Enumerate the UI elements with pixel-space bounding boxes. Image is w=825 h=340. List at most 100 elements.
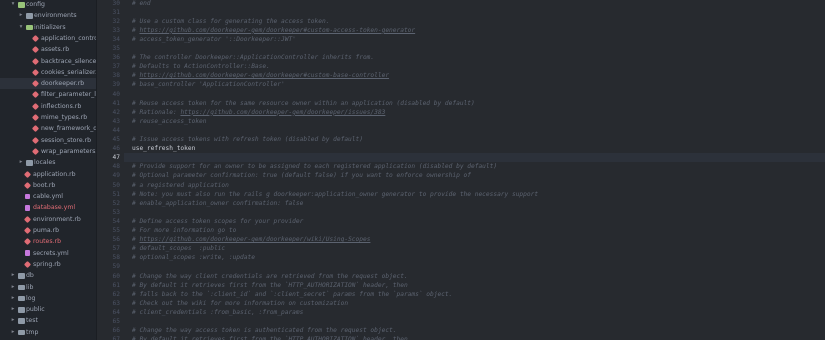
code-line[interactable]: # Reuse access token for the same resour… [132, 99, 475, 108]
code-line[interactable]: # By default it retrieves first from the… [132, 335, 408, 340]
chevron-down-icon[interactable]: ▾ [18, 22, 24, 33]
tree-item-secrets-yml[interactable]: secrets.yml [0, 248, 96, 259]
tree-item-label: cable.yml [33, 193, 64, 201]
tree-item-application-controll[interactable]: application_controll [0, 33, 97, 44]
ruby-file-icon [23, 238, 32, 246]
line-number: 57 [112, 245, 120, 253]
tree-item-label: cookies_serializer.rl [41, 68, 97, 76]
code-line[interactable]: # Provide support for an owner to be ass… [132, 162, 497, 171]
chevron-right-icon[interactable]: ▸ [18, 10, 24, 21]
code-line[interactable]: # Define access token scopes for your pr… [132, 217, 303, 226]
tree-item-database-yml[interactable]: database.yml [0, 202, 96, 213]
tree-item-mime-types-rb[interactable]: mime_types.rb [0, 112, 96, 123]
tree-item-lib[interactable]: ▸ lib [0, 282, 96, 293]
code-line[interactable]: # a registered application [132, 181, 229, 190]
tree-item-config[interactable]: ▾ config [0, 0, 96, 10]
tree-item-doorkeeper-rb[interactable]: doorkeeper.rb [0, 78, 96, 90]
code-line[interactable]: # enable_application_owner confirmation:… [132, 199, 303, 208]
code-line[interactable]: # Optional parameter confirmation: true … [132, 171, 471, 180]
code-line[interactable]: # falls back to the `:client_id` and `:c… [132, 290, 452, 299]
tree-item-assets-rb[interactable]: assets.rb [0, 44, 96, 55]
tree-item-public[interactable]: ▸ public [0, 304, 96, 315]
folder-icon [18, 284, 25, 290]
chevron-right-icon[interactable]: ▸ [10, 315, 16, 326]
code-line[interactable]: # https://github.com/doorkeeper-gem/door… [132, 71, 389, 80]
tree-item-cookies-serializer-rl[interactable]: cookies_serializer.rl [0, 67, 97, 78]
tree-item-environments[interactable]: ▸ environments [0, 10, 96, 21]
code-line[interactable]: # Use a custom class for generating the … [132, 17, 329, 26]
ruby-file-icon [31, 68, 40, 76]
line-number: 62 [112, 290, 120, 298]
chevron-right-icon[interactable]: ▸ [10, 327, 16, 338]
code-link[interactable]: https://github.com/doorkeeper-gem/doorke… [139, 27, 415, 34]
code-link[interactable]: https://github.com/doorkeeper-gem/doorke… [139, 72, 389, 79]
tree-item-label: tmp [26, 328, 39, 336]
code-line[interactable]: # Change the way access token is authent… [132, 326, 397, 335]
code-line[interactable]: # By default it retrieves first from the… [132, 281, 408, 290]
tree-item-session-store-rb[interactable]: session_store.rb [0, 135, 96, 146]
chevron-right-icon[interactable]: ▸ [18, 157, 24, 168]
code-line[interactable]: # https://github.com/doorkeeper-gem/door… [132, 235, 370, 244]
code-line[interactable]: # end [132, 0, 151, 8]
tree-item-routes-rb[interactable]: routes.rb [0, 236, 96, 247]
tree-item-label: lib [26, 283, 34, 291]
tree-item-tmp[interactable]: ▸ tmp [0, 327, 96, 338]
tree-item-cable-yml[interactable]: cable.yml [0, 191, 96, 202]
code-line[interactable]: # base_controller 'ApplicationController… [132, 80, 285, 89]
tree-item-application-rb[interactable]: application.rb [0, 169, 96, 180]
code-line[interactable]: # access_token_generator '::Doorkeeper::… [132, 35, 296, 44]
tree-item-filter-parameter-lo[interactable]: filter_parameter_lo [0, 89, 96, 100]
line-number: 44 [112, 126, 120, 134]
tree-item-backtrace-silencers-[interactable]: backtrace_silencers. [0, 56, 96, 67]
code-line[interactable]: # Note: you must also run the rails g do… [132, 190, 538, 199]
yaml-file-icon [25, 250, 30, 256]
chevron-right-icon[interactable]: ▸ [10, 304, 16, 315]
code-line[interactable]: # default_scopes :public [132, 244, 225, 253]
chevron-down-icon[interactable]: ▾ [10, 0, 16, 10]
code-line[interactable]: # For more information go to [132, 226, 236, 235]
tree-item-new-framework-de[interactable]: new_framework_de [0, 123, 96, 134]
ruby-file-icon [31, 46, 40, 54]
code-line[interactable]: # https://github.com/doorkeeper-gem/door… [132, 26, 415, 35]
code-line[interactable]: # optional_scopes :write, :update [132, 253, 255, 262]
code-line[interactable]: # The controller Doorkeeper::Application… [132, 53, 374, 62]
code-line[interactable]: # reuse_access_token [132, 117, 207, 126]
tree-item-spring-rb[interactable]: spring.rb [0, 259, 96, 270]
yaml-file-icon [25, 193, 30, 200]
code-link[interactable]: https://github.com/doorkeeper-gem/doorke… [180, 109, 385, 116]
ruby-file-icon [31, 80, 40, 88]
tree-item-locales[interactable]: ▸ locales [0, 157, 96, 168]
tree-item-boot-rb[interactable]: boot.rb [0, 180, 96, 191]
chevron-right-icon[interactable]: ▸ [10, 293, 16, 304]
tree-item-inflections-rb[interactable]: inflections.rb [0, 101, 96, 112]
tree-item-wrap-parameters-rb[interactable]: wrap_parameters.rb [0, 146, 96, 157]
code-line[interactable]: # Change the way client credentials are … [132, 272, 408, 281]
chevron-right-icon[interactable]: ▸ [10, 270, 16, 281]
code-line[interactable]: # client_credentials :from_basic, :from_… [132, 308, 303, 317]
code-line[interactable]: # Rationale: https://github.com/doorkeep… [132, 108, 385, 117]
tree-item-log[interactable]: ▸ log [0, 293, 96, 304]
line-number: 53 [112, 208, 120, 216]
code-editor[interactable]: # end # Use a custom class for generating… [124, 0, 825, 340]
code-line[interactable]: use_refresh_token [132, 144, 195, 153]
tree-item-label: application.rb [33, 170, 76, 178]
tree-item-puma-rb[interactable]: puma.rb [0, 225, 96, 236]
code-link[interactable]: https://github.com/doorkeeper-gem/doorke… [139, 236, 370, 243]
line-number: 61 [112, 281, 120, 289]
folder-icon [18, 329, 25, 336]
code-line[interactable]: # Issue access tokens with refresh token… [132, 135, 363, 144]
line-number: 67 [112, 336, 120, 340]
tree-item-label: puma.rb [33, 227, 60, 234]
line-number: 35 [112, 45, 120, 52]
tree-item-db[interactable]: ▸ db [0, 270, 96, 281]
line-number: 32 [112, 17, 120, 25]
tree-item-initializers[interactable]: ▾ initializers [0, 22, 96, 33]
tree-item-environment-rb[interactable]: environment.rb [0, 214, 96, 225]
code-line[interactable]: # Defaults to ActionController::Base. [132, 62, 270, 71]
tree-item-label: application_controll [41, 34, 97, 42]
ruby-file-icon [31, 102, 40, 110]
yaml-file-icon [25, 205, 30, 211]
chevron-right-icon[interactable]: ▸ [10, 282, 16, 293]
code-line[interactable]: # Check out the wiki for more informatio… [132, 299, 348, 308]
tree-item-test[interactable]: ▸ test [0, 315, 96, 326]
